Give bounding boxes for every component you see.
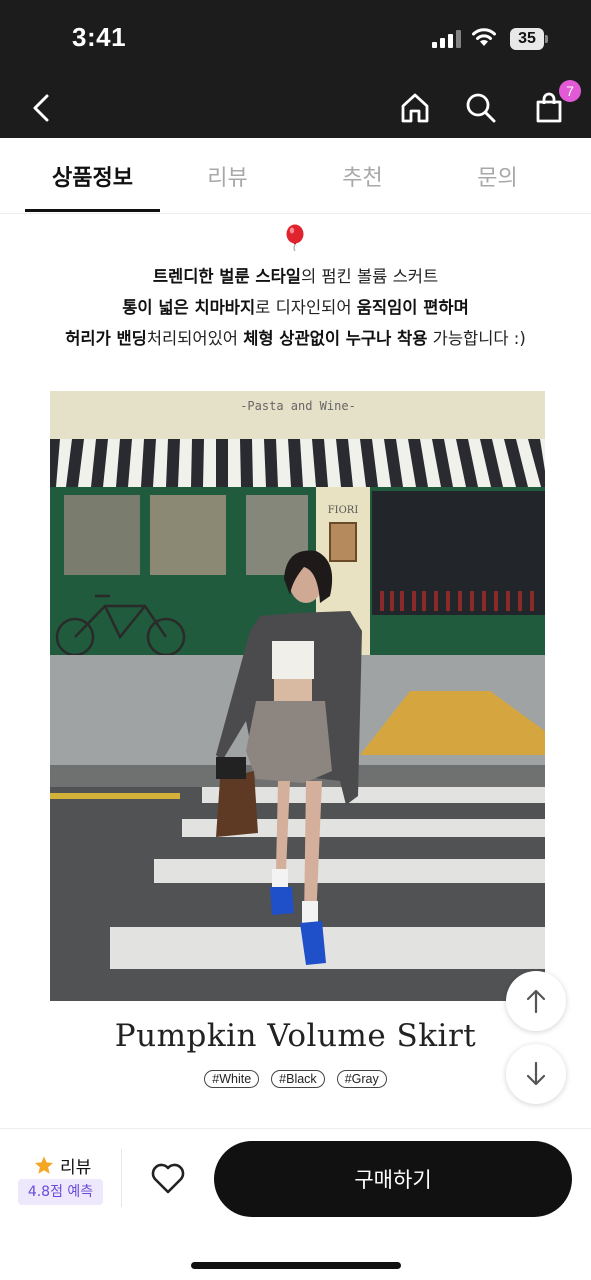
desc-emphasis: 체형 상관없이 누구나 착용 (243, 329, 428, 348)
scroll-to-top-button[interactable] (506, 971, 566, 1031)
desc-text: 가능합니다 :) (427, 329, 526, 348)
striped-awning (50, 439, 545, 487)
color-tag-gray: #Gray (336, 1070, 387, 1088)
color-tag-black: #Black (271, 1070, 325, 1088)
search-icon (466, 93, 496, 123)
description-line-2: 통이 넓은 치마바지로 디자인되어 움직임이 편하며 (0, 294, 591, 318)
desc-text: 로 디자인되어 (255, 298, 357, 317)
chevron-left-icon (33, 94, 49, 122)
street-scene-illustration: -Pasta and Wine- FIORI (50, 391, 545, 1001)
product-tabs: 상품정보 리뷰 추천 문의 (0, 138, 591, 214)
tab-reviews[interactable]: 리뷰 (160, 138, 295, 213)
home-icon (401, 93, 429, 123)
divider (121, 1149, 122, 1207)
cart-count-badge: 7 (559, 80, 581, 102)
desc-text: 처리되어있어 (146, 329, 244, 348)
wifi-icon (472, 28, 496, 46)
awning-sign-text: -Pasta and Wine- (240, 399, 356, 413)
search-button[interactable] (459, 86, 503, 130)
shopping-bag-icon (536, 92, 562, 123)
description-line-3: 허리가 밴딩처리되어있어 체형 상관없이 누구나 착용 가능합니다 :) (0, 325, 591, 349)
home-button[interactable] (393, 86, 437, 130)
desc-emphasis: 트렌디한 벌룬 스타일 (152, 267, 301, 286)
color-tags: #White #Black #Gray (0, 1070, 591, 1088)
status-bar: 3:41 35 (0, 0, 591, 76)
back-button[interactable] (20, 86, 64, 130)
star-icon (35, 1156, 53, 1174)
description-line-1: 트렌디한 벌룬 스타일의 펌킨 볼륨 스커트 (0, 263, 591, 287)
cellular-signal-icon (432, 30, 461, 48)
desc-text: 의 펌킨 볼륨 스커트 (300, 267, 439, 286)
desc-emphasis: 통이 넓은 치마바지 (122, 298, 256, 317)
home-indicator (191, 1262, 401, 1269)
shop-name-text: FIORI (328, 505, 359, 516)
scroll-to-bottom-button[interactable] (506, 1044, 566, 1104)
desc-emphasis: 움직임이 편하며 (356, 298, 469, 317)
desc-emphasis: 허리가 밴딩 (65, 329, 147, 348)
battery-icon: 35 (510, 28, 548, 50)
tab-inquiry[interactable]: 문의 (430, 138, 565, 213)
color-tag-white: #White (204, 1070, 260, 1088)
heart-icon (151, 1163, 185, 1194)
buy-button[interactable]: 구매하기 (214, 1141, 572, 1217)
arrow-down-icon (526, 1061, 546, 1086)
cart-button[interactable]: 7 (527, 80, 581, 130)
active-tab-indicator (25, 209, 160, 212)
review-label: 리뷰 (60, 1158, 92, 1178)
product-title: Pumpkin Volume Skirt (114, 1018, 477, 1054)
product-photo: -Pasta and Wine- FIORI (50, 391, 545, 1001)
arrow-up-icon (526, 989, 546, 1014)
status-time: 3:41 (72, 22, 127, 52)
tab-recommend[interactable]: 추천 (295, 138, 430, 213)
review-score-badge: 4.8점 예측 (18, 1179, 103, 1205)
top-nav-bar: 7 (0, 76, 591, 138)
balloon-icon (286, 224, 304, 252)
battery-level: 35 (510, 28, 544, 50)
wishlist-button[interactable] (146, 1159, 190, 1199)
bottom-action-bar: 리뷰 4.8점 예측 구매하기 (0, 1128, 591, 1280)
review-label-row: 리뷰 (34, 1153, 91, 1178)
tab-product-info[interactable]: 상품정보 (25, 138, 160, 213)
